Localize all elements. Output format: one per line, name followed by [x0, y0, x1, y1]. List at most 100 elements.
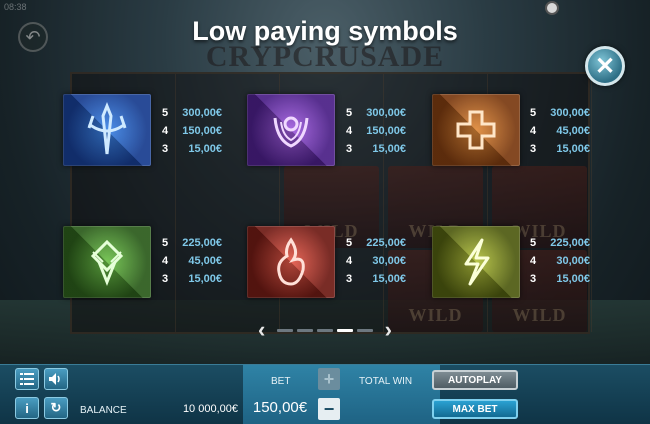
pay-row: 4 30,00€: [346, 252, 406, 270]
pay-row: 5 300,00€: [346, 104, 406, 122]
page-title: Low paying symbols: [192, 16, 458, 46]
pay-row: 5 225,00€: [162, 234, 222, 252]
pay-amount: 15,00€: [188, 143, 222, 155]
pay-count: 4: [530, 255, 537, 267]
pay-count: 4: [346, 255, 353, 267]
pay-count: 3: [346, 273, 353, 285]
history-button[interactable]: ↻: [44, 397, 68, 419]
pay-row: 3 15,00€: [530, 270, 590, 288]
bet-label: BET: [271, 376, 291, 387]
pay-amount: 45,00€: [556, 125, 590, 137]
refresh-icon: ↻: [50, 400, 62, 415]
symbol-tile-blue: [63, 94, 151, 166]
pay-count: 4: [346, 125, 353, 137]
chevron-left-icon[interactable]: ‹: [258, 319, 265, 341]
pay-count: 3: [346, 143, 353, 155]
symbol-tile-red: [247, 226, 335, 298]
pay-row: 4 150,00€: [162, 122, 222, 140]
bet-increase-button[interactable]: +: [318, 368, 340, 390]
cross-icon: [456, 110, 496, 150]
bet-value: 150,00€: [252, 399, 308, 416]
pay-count: 5: [162, 237, 169, 249]
pay-count: 3: [530, 143, 537, 155]
pay-amount: 300,00€: [550, 107, 590, 119]
overlay-dim: [0, 0, 650, 424]
pay-amount: 15,00€: [556, 273, 590, 285]
pay-amount: 300,00€: [366, 107, 406, 119]
speaker-icon: [49, 373, 60, 385]
pay-row: 5 225,00€: [346, 234, 406, 252]
pay-row: 4 45,00€: [162, 252, 222, 270]
total-win-label: TOTAL WIN: [359, 376, 413, 387]
pay-row: 5 225,00€: [530, 234, 590, 252]
flame-icon: [277, 237, 305, 286]
paytable-blue: 5 300,00€ 4 150,00€ 3 15,00€: [162, 104, 222, 158]
bet-decrease-button[interactable]: −: [318, 398, 340, 420]
pay-row: 3 15,00€: [530, 140, 590, 158]
symbol-tile-yellow: [432, 226, 520, 298]
clock: 08:38: [4, 2, 27, 12]
pay-row: 3 15,00€: [162, 140, 222, 158]
max-bet-button[interactable]: MAX BET: [432, 399, 518, 419]
info-icon: i: [25, 400, 29, 416]
pay-row: 4 45,00€: [530, 122, 590, 140]
pay-count: 3: [162, 143, 169, 155]
symbol-tile-purple: [247, 94, 335, 166]
paytable-yellow: 5 225,00€ 4 30,00€ 3 15,00€: [530, 234, 590, 288]
pay-row: 5 300,00€: [162, 104, 222, 122]
pay-row: 4 30,00€: [530, 252, 590, 270]
pay-amount: 45,00€: [188, 255, 222, 267]
pay-amount: 225,00€: [182, 237, 222, 249]
pay-amount: 15,00€: [188, 273, 222, 285]
pay-row: 3 15,00€: [162, 270, 222, 288]
paytable-red: 5 225,00€ 4 30,00€ 3 15,00€: [346, 234, 406, 288]
balance-value: 10 000,00€: [182, 403, 238, 415]
pay-amount: 300,00€: [182, 107, 222, 119]
minus-icon: −: [323, 398, 335, 419]
chevron-right-icon[interactable]: ›: [385, 319, 392, 341]
pay-row: 5 300,00€: [530, 104, 590, 122]
symbol-tile-orange: [432, 94, 520, 166]
knot-icon: [90, 239, 124, 287]
pay-count: 3: [162, 273, 169, 285]
paytable-green: 5 225,00€ 4 45,00€ 3 15,00€: [162, 234, 222, 288]
autoplay-button[interactable]: AUTOPLAY: [432, 370, 518, 390]
pay-amount: 150,00€: [182, 125, 222, 137]
menu-list-icon: [20, 373, 34, 385]
sound-button[interactable]: [44, 368, 68, 390]
menu-button[interactable]: [15, 368, 39, 390]
page-dot[interactable]: [277, 328, 293, 332]
plus-icon: +: [323, 368, 335, 389]
game-background: CRYPCRUSADE WILD WILD WILD WILD WILD: [0, 0, 650, 424]
pay-amount: 15,00€: [372, 143, 406, 155]
page-dot[interactable]: [317, 328, 333, 332]
pay-amount: 15,00€: [556, 143, 590, 155]
lightning-icon: [464, 238, 490, 286]
pay-row: 3 15,00€: [346, 270, 406, 288]
settings-badge-icon[interactable]: [545, 1, 559, 15]
page-dot[interactable]: [357, 328, 373, 332]
pay-amount: 225,00€: [550, 237, 590, 249]
pay-row: 3 15,00€: [346, 140, 406, 158]
paytable-purple: 5 300,00€ 4 150,00€ 3 15,00€: [346, 104, 406, 158]
pay-amount: 150,00€: [366, 125, 406, 137]
pay-count: 4: [162, 255, 169, 267]
pay-count: 5: [346, 237, 353, 249]
balance-label: BALANCE: [80, 405, 127, 416]
sword-icon: [87, 101, 127, 155]
pay-count: 3: [530, 273, 537, 285]
paytable-orange: 5 300,00€ 4 45,00€ 3 15,00€: [530, 104, 590, 158]
pay-amount: 15,00€: [372, 273, 406, 285]
pay-amount: 30,00€: [556, 255, 590, 267]
pay-count: 5: [530, 107, 537, 119]
pay-amount: 30,00€: [372, 255, 406, 267]
pay-count: 5: [162, 107, 169, 119]
page-navigator: ‹ ›: [258, 319, 392, 341]
eye-wings-icon: [273, 116, 309, 148]
close-button[interactable]: ✕: [585, 46, 625, 86]
page-dot-active[interactable]: [337, 328, 353, 332]
pay-count: 5: [530, 237, 537, 249]
info-button[interactable]: i: [15, 397, 39, 419]
page-dot[interactable]: [297, 328, 313, 332]
pay-count: 5: [346, 107, 353, 119]
